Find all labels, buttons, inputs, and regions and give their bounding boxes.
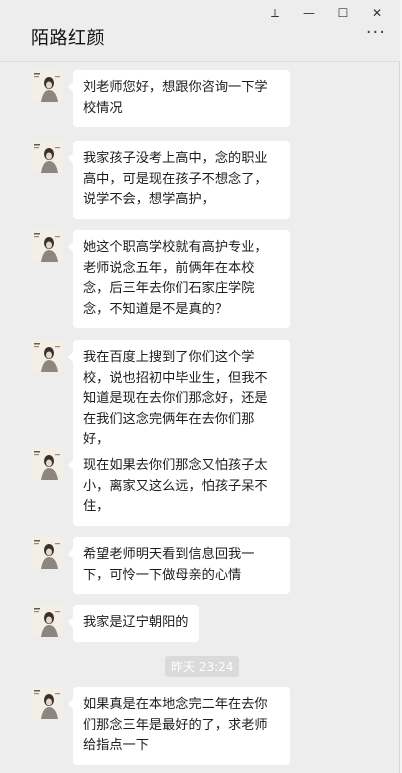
window-controls: ⟂ — ☐ ✕: [258, 4, 394, 22]
message-bubble[interactable]: 希望老师明天看到信息回我一下，可怜一下做母亲的心情: [68, 537, 290, 594]
avatar[interactable]: [31, 340, 63, 372]
avatar[interactable]: [31, 230, 63, 262]
timestamp: 昨天 23:24: [165, 656, 240, 677]
chat-window: ⟂ — ☐ ✕ 陌路红颜 ··· 刘老师您好，想跟你咨询一下学校情况 我家孩子没…: [0, 0, 400, 773]
chat-title: 陌路红颜: [31, 28, 105, 49]
avatar[interactable]: [31, 141, 63, 173]
message-bubble[interactable]: 刘老师您好，想跟你咨询一下学校情况: [68, 70, 290, 127]
title-bar: ⟂ — ☐ ✕ 陌路红颜 ···: [0, 0, 400, 62]
message-bubble[interactable]: 她这个职高学校就有高护专业，老师说念五年，前俩年在本校念，后三年去你们石家庄学院…: [68, 230, 290, 328]
message-bubble[interactable]: 我在百度上搜到了你们这个学校，说也招初中毕业生，但我不知道是现在去你们那念好，还…: [68, 340, 290, 459]
pin-icon[interactable]: ⟂: [258, 4, 292, 22]
avatar[interactable]: [31, 448, 63, 480]
avatar[interactable]: [31, 605, 63, 637]
message-bubble[interactable]: 我家是辽宁朝阳的: [68, 605, 199, 642]
avatar[interactable]: [31, 687, 63, 719]
avatar[interactable]: [31, 70, 63, 102]
avatar[interactable]: [31, 537, 63, 569]
message-bubble[interactable]: 现在如果去你们那念又怕孩子太小，离家又这么远，怕孩子呆不住，: [68, 448, 290, 526]
message-bubble[interactable]: 如果真是在本地念完二年在去你们那念三年是最好的了，求老师给指点一下: [68, 687, 290, 765]
message-bubble[interactable]: 我家孩子没考上高中，念的职业高中，可是现在孩子不想念了，说学不会，想学高护，: [68, 141, 290, 219]
close-icon[interactable]: ✕: [360, 4, 394, 22]
minimize-icon[interactable]: —: [292, 4, 326, 22]
maximize-icon[interactable]: ☐: [326, 4, 360, 22]
more-options-icon[interactable]: ···: [366, 24, 386, 42]
